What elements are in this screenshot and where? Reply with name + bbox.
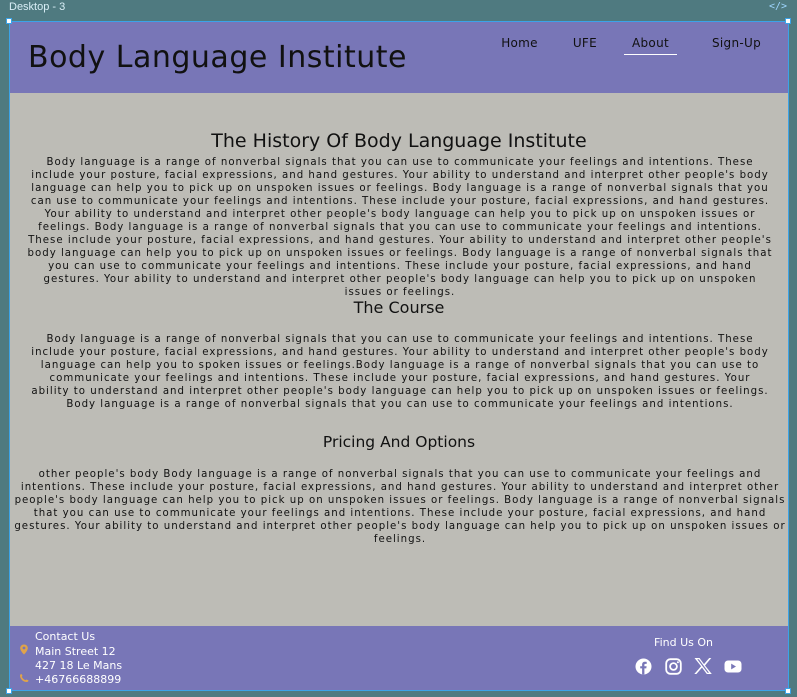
nav-about[interactable]: About — [624, 34, 677, 55]
main-nav: Home UFE About Sign-Up — [466, 34, 761, 55]
resize-handle[interactable] — [785, 688, 791, 694]
site-footer: Contact Us Main Street 12 427 18 Le Mans… — [10, 626, 788, 690]
course-heading: The Course — [353, 298, 445, 317]
address-line-2: 427 18 Le Mans — [35, 659, 123, 672]
frame-label: Desktop - 3 — [9, 1, 66, 13]
nav-home[interactable]: Home — [501, 34, 538, 55]
pricing-heading: Pricing And Options — [322, 433, 476, 451]
resize-handle[interactable] — [6, 688, 12, 694]
main-content: The History Of Body Language Institute B… — [10, 93, 788, 626]
location-pin-icon — [19, 644, 35, 660]
contact-title: Contact Us — [35, 630, 96, 643]
address-row-1: Main Street 12 — [19, 644, 122, 660]
youtube-icon[interactable] — [722, 657, 744, 675]
desktop-frame: Body Language Institute Home UFE About S… — [9, 21, 789, 691]
nav-sign-up[interactable]: Sign-Up — [712, 34, 761, 55]
phone-icon — [19, 673, 35, 688]
address-line-1: Main Street 12 — [35, 644, 116, 658]
history-heading: The History Of Body Language Institute — [211, 130, 587, 152]
facebook-icon[interactable] — [632, 657, 654, 675]
social-links — [632, 657, 744, 675]
site-header: Body Language Institute Home UFE About S… — [10, 22, 788, 93]
pricing-text: other people's body Body language is a r… — [14, 469, 786, 545]
phone-row: +46766688899 — [19, 673, 122, 688]
site-title: Body Language Institute — [28, 40, 407, 75]
address-row-2: 427 18 Le Mans — [19, 659, 122, 673]
contact-title-row: Contact Us — [19, 630, 122, 644]
instagram-icon[interactable] — [662, 657, 684, 675]
code-icon[interactable]: </> — [769, 1, 787, 12]
nav-ufe[interactable]: UFE — [573, 34, 597, 55]
history-text: Body language is a range of nonverbal si… — [27, 157, 773, 298]
contact-block: Contact Us Main Street 12 427 18 Le Mans… — [19, 630, 122, 687]
resize-handle[interactable] — [6, 18, 12, 24]
find-us-label: Find Us On — [654, 636, 713, 649]
resize-handle[interactable] — [785, 18, 791, 24]
x-icon[interactable] — [692, 657, 714, 675]
phone-number[interactable]: +46766688899 — [35, 673, 121, 687]
course-text: Body language is a range of nonverbal si… — [31, 334, 769, 410]
